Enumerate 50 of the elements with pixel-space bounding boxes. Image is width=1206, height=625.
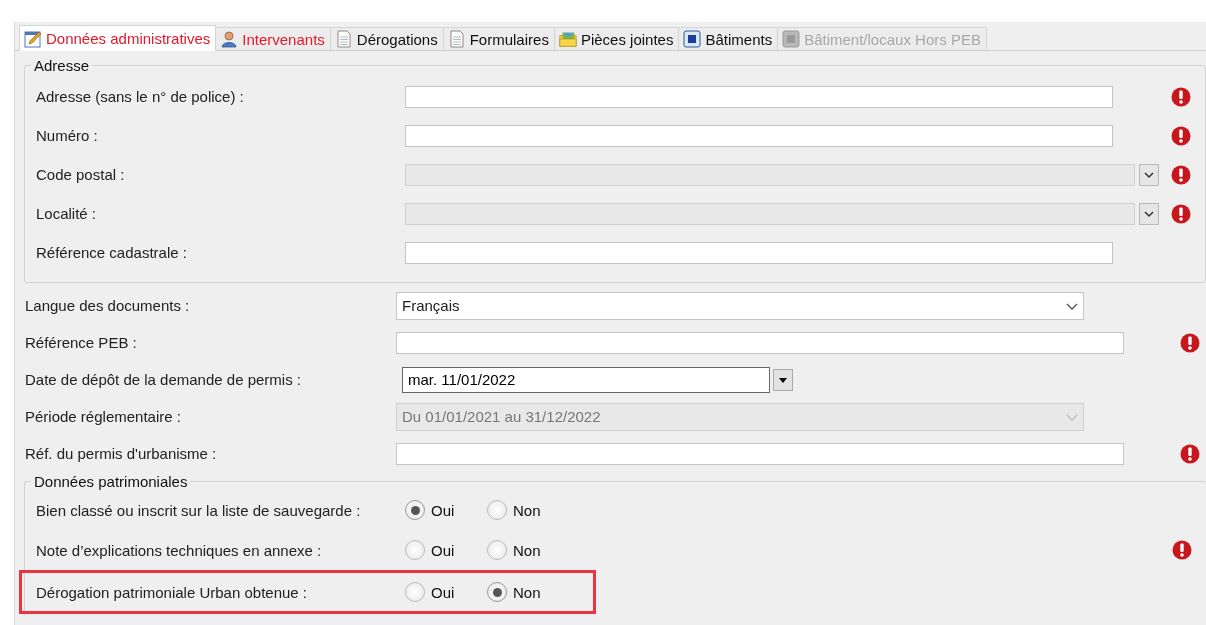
text-field[interactable] [396, 442, 1124, 465]
field-label: Référence PEB : [24, 334, 138, 351]
tab[interactable]: Bâtiments [678, 27, 779, 50]
dropdown-button[interactable] [773, 368, 793, 391]
radio-option[interactable]: Oui [405, 540, 487, 560]
box-icon [782, 30, 801, 48]
tab[interactable]: Données administratives [19, 25, 217, 51]
question-label: Bien classé ou inscrit sur la liste de sauvegarde : [35, 501, 362, 519]
tab[interactable]: Dérogations [329, 27, 444, 50]
document-icon [447, 30, 466, 48]
question-label: Dérogation patrimoniale Urban obtenue : [35, 583, 308, 601]
picture-folder-icon [558, 30, 577, 48]
dropdown-field[interactable]: Français [396, 291, 1084, 320]
tab[interactable]: Pièces jointes [553, 27, 680, 50]
text-field[interactable] [405, 85, 1113, 108]
field-value: Français [402, 297, 460, 314]
text-field[interactable] [405, 241, 1113, 264]
field-label: Référence cadastrale : [35, 244, 188, 261]
tab[interactable]: Intervenants [215, 27, 331, 50]
radio-option[interactable]: Non [487, 582, 569, 602]
radio-button[interactable] [405, 540, 425, 560]
question-label: Note d’explications techniques en annexe : [35, 541, 323, 559]
field-label: Localité : [35, 205, 98, 222]
field-label: Langue des documents : [24, 297, 191, 314]
text-field[interactable] [405, 124, 1113, 147]
person-icon [220, 30, 239, 48]
field-label: Date de dépôt de la demande de permis : [24, 371, 302, 388]
radio-button[interactable] [487, 582, 507, 602]
field-label: Code postal : [35, 166, 126, 183]
box-icon [683, 30, 702, 48]
radio-button[interactable] [487, 500, 507, 520]
radio-option[interactable]: Non [487, 500, 569, 520]
radio-option[interactable]: Oui [405, 500, 487, 520]
section-legend: Adresse [31, 57, 93, 74]
field-label: Réf. du permis d'urbanisme : [24, 445, 218, 462]
radio-button[interactable] [405, 582, 425, 602]
text-field[interactable] [396, 331, 1124, 354]
date-field[interactable]: mar. 11/01/2022 [402, 366, 770, 393]
section-legend: Données patrimoniales [31, 473, 191, 490]
field-label: Période réglementaire : [24, 408, 182, 425]
radio-button[interactable] [487, 540, 507, 560]
radio-option[interactable]: Non [487, 540, 569, 560]
pencil-notepad-icon [24, 29, 42, 48]
radio-button[interactable] [405, 500, 425, 520]
document-icon [334, 30, 353, 48]
radio-option[interactable]: Oui [405, 582, 487, 602]
field-label: Adresse (sans le n° de police) : [35, 88, 245, 105]
field-value: Du 01/01/2021 au 31/12/2022 [402, 408, 601, 425]
tab[interactable]: Formulaires [442, 27, 555, 50]
field-label: Numéro : [35, 127, 99, 144]
